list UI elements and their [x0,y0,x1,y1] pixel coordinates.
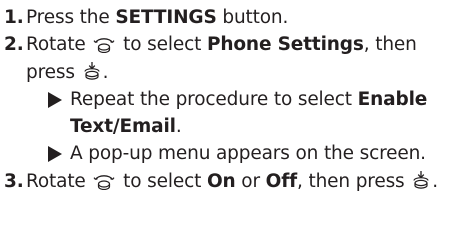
step-text: to select [117,34,207,56]
step-3: 3. Rotate to select On or Off, then pres… [4,168,465,195]
press-knob-icon [412,170,430,190]
substep-2: A pop-up menu appears on the screen. [26,140,465,167]
rotary-knob-icon [93,172,115,190]
substep-text: Repeat the procedure to select [70,88,358,110]
substep-1: Repeat the procedure to select Enable Te… [26,86,465,141]
settings-button-name: SETTINGS [115,7,217,28]
step-text: or [235,170,266,192]
rotary-knob-icon [93,35,115,54]
step-text: button. [216,7,289,28]
substep-text: . [175,116,182,138]
right-triangle-icon [48,146,62,163]
phone-settings-target: Phone Settings [206,34,364,56]
step-text: , then press [297,170,405,192]
step-number: 2. [4,34,24,56]
substep-text: A pop-up menu appears on the screen. [70,143,426,165]
right-triangle-icon [48,91,62,108]
step-number: 3. [4,170,24,192]
step-text: . [432,170,439,192]
press-knob-icon [83,61,101,81]
step-text: Press the [26,7,116,28]
step-2: 2. Rotate to select Phone Settings, then… [4,31,465,167]
step-1: 1. Press the SETTINGS button. [4,4,465,31]
instruction-document: 1. Press the SETTINGS button. 2. Rotate … [0,0,471,245]
step-text: to select [117,170,207,192]
step-text: Rotate [26,34,86,56]
step-number: 1. [4,7,24,28]
step-text: Rotate [26,170,86,192]
on-option: On [206,170,236,192]
step-text: . [102,61,109,83]
off-option: Off [265,170,298,192]
